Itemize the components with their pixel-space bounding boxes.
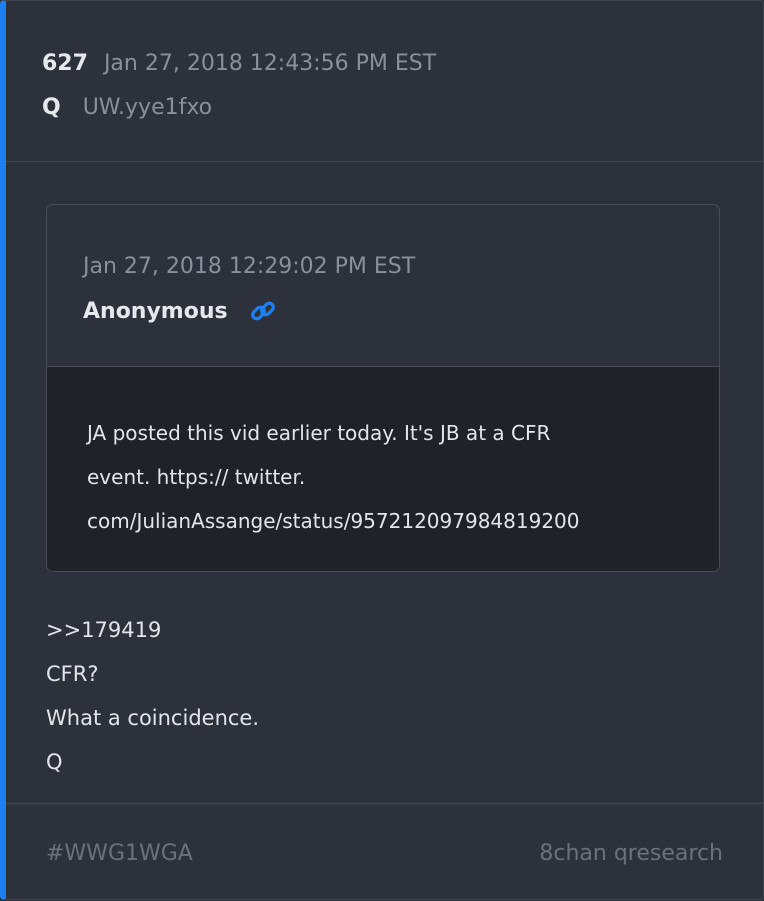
link-icon-graphic bbox=[250, 301, 275, 321]
hashtag: #WWG1WGA bbox=[46, 841, 193, 866]
post-message-line: What a coincidence. bbox=[46, 706, 260, 730]
post-reply-reference[interactable]: >>179419 bbox=[46, 608, 259, 652]
post-number[interactable]: 627 bbox=[42, 51, 88, 76]
quoted-post-line[interactable]: event. https:// twitter. bbox=[87, 455, 689, 499]
post-footer: #WWG1WGA 8chan qresearch bbox=[6, 803, 763, 901]
quoted-post-author: Anonymous bbox=[83, 298, 228, 324]
quoted-post-body: JA posted this vid earlier today. It's J… bbox=[47, 367, 719, 571]
post-source: 8chan qresearch bbox=[539, 841, 723, 866]
post-tripcode: UW.yye1fxo bbox=[82, 94, 213, 120]
post-message-line: Q bbox=[46, 750, 63, 774]
quoted-post: Jan 27, 2018 12:29:02 PM EST Anonymous J… bbox=[46, 204, 720, 572]
quoted-post-header: Jan 27, 2018 12:29:02 PM EST Anonymous bbox=[47, 205, 719, 367]
post-meta-row: 627 Jan 27, 2018 12:43:56 PM EST bbox=[42, 45, 763, 81]
post-author-row: Q UW.yye1fxo bbox=[42, 89, 763, 125]
post-author: Q bbox=[42, 94, 61, 120]
post-message: >>179419 CFR? What a coincidence. Q bbox=[46, 608, 259, 784]
link-icon[interactable] bbox=[248, 296, 278, 326]
post-header: 627 Jan 27, 2018 12:43:56 PM EST Q UW.yy… bbox=[6, 1, 763, 162]
quoted-post-author-row: Anonymous bbox=[83, 293, 719, 329]
post-message-line: CFR? bbox=[46, 662, 99, 686]
quoted-post-line: JA posted this vid earlier today. It's J… bbox=[87, 421, 551, 445]
post-date: Jan 27, 2018 12:43:56 PM EST bbox=[103, 50, 437, 76]
quoted-post-line[interactable]: com/JulianAssange/status/957212097984819… bbox=[87, 499, 689, 543]
quoted-post-date: Jan 27, 2018 12:29:02 PM EST bbox=[83, 254, 416, 279]
post-card: 627 Jan 27, 2018 12:43:56 PM EST Q UW.yy… bbox=[0, 0, 764, 900]
